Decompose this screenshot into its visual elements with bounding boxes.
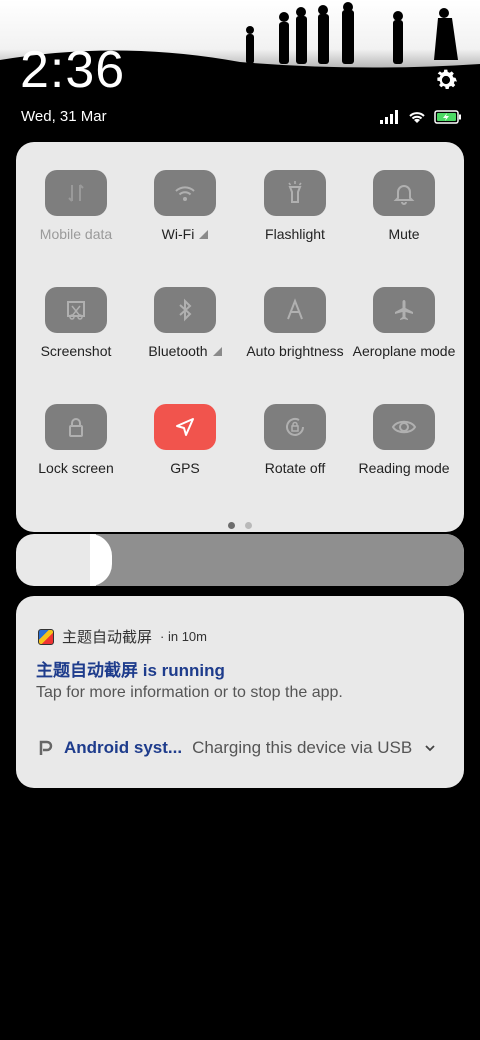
tile-bluetooth[interactable]: Bluetooth [130, 259, 240, 359]
tile-mobile-data[interactable]: Mobile data [21, 142, 131, 242]
clock: 2:36 [20, 41, 126, 99]
eye-icon [373, 404, 435, 450]
app-name: 主题自动截屏 [62, 629, 153, 646]
tile-label: Rotate off [264, 460, 326, 476]
tile-label: Flashlight [265, 226, 325, 242]
status-bar-icons [380, 108, 462, 126]
battery-charging-icon [434, 110, 461, 124]
lock-icon [45, 404, 107, 450]
tile-label: Aeroplane mode [352, 343, 456, 359]
wifi-status-icon [409, 112, 425, 123]
tile-label: Wi-Fi [162, 226, 209, 242]
tile-label: Auto brightness [246, 343, 344, 359]
tile-lock-screen[interactable]: Lock screen [21, 376, 131, 476]
airplane-icon [373, 287, 435, 333]
tile-wifi[interactable]: Wi-Fi [130, 142, 240, 242]
brightness-slider[interactable] [16, 534, 464, 586]
tile-mute[interactable]: Mute [349, 142, 459, 242]
mobile-data-icon [45, 170, 107, 216]
tile-label: Mute [388, 226, 420, 242]
page-indicator [228, 522, 252, 529]
tile-label: Reading mode [358, 460, 450, 476]
flashlight-icon [264, 170, 326, 216]
date: Wed, 31 Mar [21, 108, 107, 125]
tile-gps[interactable]: GPS [130, 376, 240, 476]
location-arrow-icon [154, 404, 216, 450]
page-dot [245, 522, 252, 529]
notification-card[interactable]: 主题自动截屏 · in 10m 主题自动截屏 is running Tap fo… [16, 596, 464, 788]
tile-label: Mobile data [39, 226, 113, 242]
notification-title: 主题自动截屏 is running [36, 661, 225, 680]
android-system-icon [39, 740, 53, 755]
sub-app-name: Android syst... [64, 738, 183, 757]
tile-label: GPS [170, 460, 200, 476]
tile-label: Lock screen [38, 460, 114, 476]
tile-screenshot[interactable]: Screenshot [21, 259, 131, 359]
tile-label: Screenshot [40, 343, 112, 359]
notification-body: Tap for more information or to stop the … [36, 684, 343, 701]
notification-header: 主题自动截屏 · in 10m [38, 626, 207, 647]
settings-gear-icon[interactable] [432, 66, 460, 94]
bluetooth-icon [154, 287, 216, 333]
rotate-lock-icon [264, 404, 326, 450]
signal-icon [380, 110, 398, 124]
bell-icon [373, 170, 435, 216]
page-dot-active [228, 522, 235, 529]
tile-reading-mode[interactable]: Reading mode [349, 376, 459, 476]
sub-text: Charging this device via USB [192, 738, 413, 757]
tile-rotate-off[interactable]: Rotate off [240, 376, 350, 476]
chevron-down-icon[interactable] [424, 742, 436, 754]
brightness-track [96, 534, 464, 586]
tile-flashlight[interactable]: Flashlight [240, 142, 350, 242]
tile-aeroplane-mode[interactable]: Aeroplane mode [349, 259, 459, 359]
tile-auto-brightness[interactable]: Auto brightness [240, 259, 350, 359]
usb-notification-row[interactable]: Android syst... Charging this device via… [36, 738, 446, 758]
notification-time: · in 10m [160, 629, 207, 644]
wifi-icon [154, 170, 216, 216]
app-icon [38, 628, 54, 645]
tile-label: Bluetooth [148, 343, 222, 359]
auto-brightness-icon [264, 287, 326, 333]
screenshot-icon [45, 287, 107, 333]
quick-settings-panel: Mobile data Wi-Fi Flashlight Mute Screen… [16, 142, 464, 532]
